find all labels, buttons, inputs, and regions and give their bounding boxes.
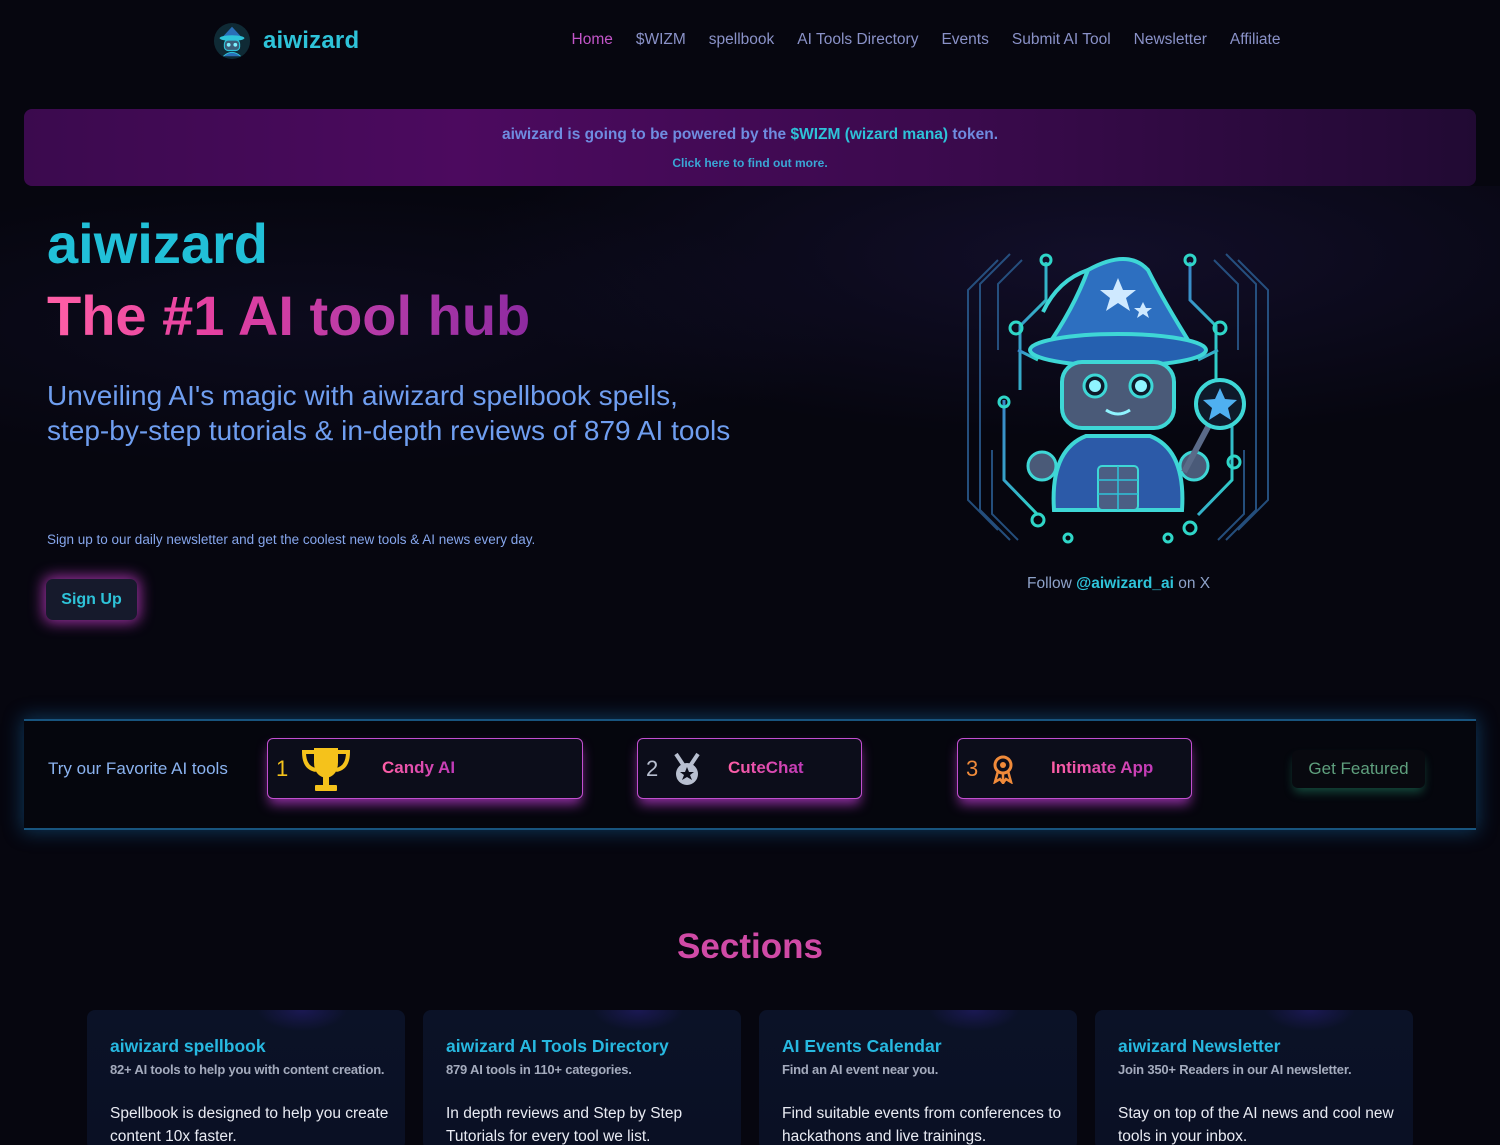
x-handle-link[interactable]: @aiwizard_ai (1076, 575, 1174, 592)
nav-item-wizm[interactable]: $WIZM (624, 31, 697, 49)
trophy-icon (301, 747, 351, 791)
favorite-tool-name: Intimate App (1051, 758, 1154, 777)
sign-up-button[interactable]: Sign Up (46, 579, 137, 620)
nav-links: Home $WIZM spellbook AI Tools Directory … (560, 31, 1292, 49)
silver-medal-icon (674, 752, 700, 785)
newsletter-signup-text: Sign up to our daily newsletter and get … (47, 532, 536, 547)
section-card-ai-tools-directory[interactable]: aiwizard AI Tools Directory 879 AI tools… (423, 1010, 741, 1145)
get-featured-button[interactable]: Get Featured (1292, 750, 1425, 788)
favorite-rank: 1 (276, 755, 289, 781)
nav-item-events[interactable]: Events (930, 31, 1000, 49)
bronze-award-icon (993, 755, 1013, 784)
wizm-announcement-banner[interactable]: aiwizard is going to be powered by the $… (24, 109, 1476, 186)
top-nav: aiwizard Home $WIZM spellbook AI Tools D… (0, 0, 1500, 84)
nav-item-ai-tools-directory[interactable]: AI Tools Directory (786, 31, 930, 49)
section-card-spellbook[interactable]: aiwizard spellbook 82+ AI tools to help … (87, 1010, 405, 1145)
banner-find-out-more-link[interactable]: Click here to find out more. (24, 156, 1476, 170)
section-card-title: aiwizard spellbook (110, 1036, 266, 1056)
section-card-description: Stay on top of the AI news and cool new … (1118, 1105, 1394, 1145)
section-card-title: AI Events Calendar (782, 1036, 942, 1056)
favorite-tools-label: Try our Favorite AI tools (48, 759, 228, 778)
favorite-rank: 2 (646, 755, 659, 781)
banner-suffix: token. (948, 126, 999, 143)
section-card-ai-events-calendar[interactable]: AI Events Calendar Find an AI event near… (759, 1010, 1077, 1145)
hero-title: aiwizard (47, 212, 268, 275)
section-card-description: Spellbook is designed to help you create… (110, 1105, 389, 1145)
section-card-description: In depth reviews and Step by Step Tutori… (446, 1105, 683, 1145)
section-card-newsletter[interactable]: aiwizard Newsletter Join 350+ Readers in… (1095, 1010, 1413, 1145)
section-card-subtitle: 879 AI tools in 110+ categories. (446, 1062, 632, 1077)
nav-item-home[interactable]: Home (560, 31, 624, 49)
section-card-subtitle: Find an AI event near you. (782, 1062, 939, 1077)
nav-item-affiliate[interactable]: Affiliate (1218, 31, 1292, 49)
favorite-tool-cutechat[interactable]: 2 CuteChat (637, 738, 862, 799)
favorite-tool-candy-ai[interactable]: 1 Candy AI (267, 738, 583, 799)
nav-item-submit-ai-tool[interactable]: Submit AI Tool (1000, 31, 1122, 49)
wizard-robot-logo-icon (213, 22, 251, 60)
section-card-subtitle: Join 350+ Readers in our AI newsletter. (1118, 1062, 1352, 1077)
follow-on-x: Follow @aiwizard_ai on X (1027, 575, 1210, 593)
banner-token-highlight: $WIZM (wizard mana) (790, 126, 949, 143)
hero-subtitle: The #1 AI tool hub (47, 284, 531, 347)
follow-suffix: on X (1173, 575, 1211, 592)
sections-heading: Sections (677, 927, 823, 966)
favorite-tool-intimate-app[interactable]: 3 Intimate App (957, 738, 1192, 799)
brand-name: aiwizard (263, 27, 360, 54)
banner-prefix: aiwizard is going to be powered by the (501, 126, 791, 143)
banner-message: aiwizard is going to be powered by the $… (24, 126, 1476, 144)
nav-item-newsletter[interactable]: Newsletter (1122, 31, 1218, 49)
brand-link[interactable]: aiwizard (213, 22, 359, 60)
favorite-tools-strip: Try our Favorite AI tools 1 Candy AI 2 C… (24, 719, 1476, 830)
wizard-robot-mascot-icon (967, 253, 1269, 544)
section-card-title: aiwizard AI Tools Directory (446, 1036, 669, 1056)
follow-prefix: Follow (1027, 575, 1077, 592)
favorite-tool-name: Candy AI (382, 758, 456, 777)
favorite-rank: 3 (966, 755, 979, 781)
section-card-title: aiwizard Newsletter (1118, 1036, 1281, 1056)
hero-tagline: Unveiling AI's magic with aiwizard spell… (47, 380, 731, 446)
section-card-subtitle: 82+ AI tools to help you with content cr… (110, 1062, 385, 1077)
favorite-tool-name: CuteChat (728, 758, 804, 777)
section-card-description: Find suitable events from conferences to… (782, 1105, 1062, 1145)
nav-item-spellbook[interactable]: spellbook (697, 31, 786, 49)
